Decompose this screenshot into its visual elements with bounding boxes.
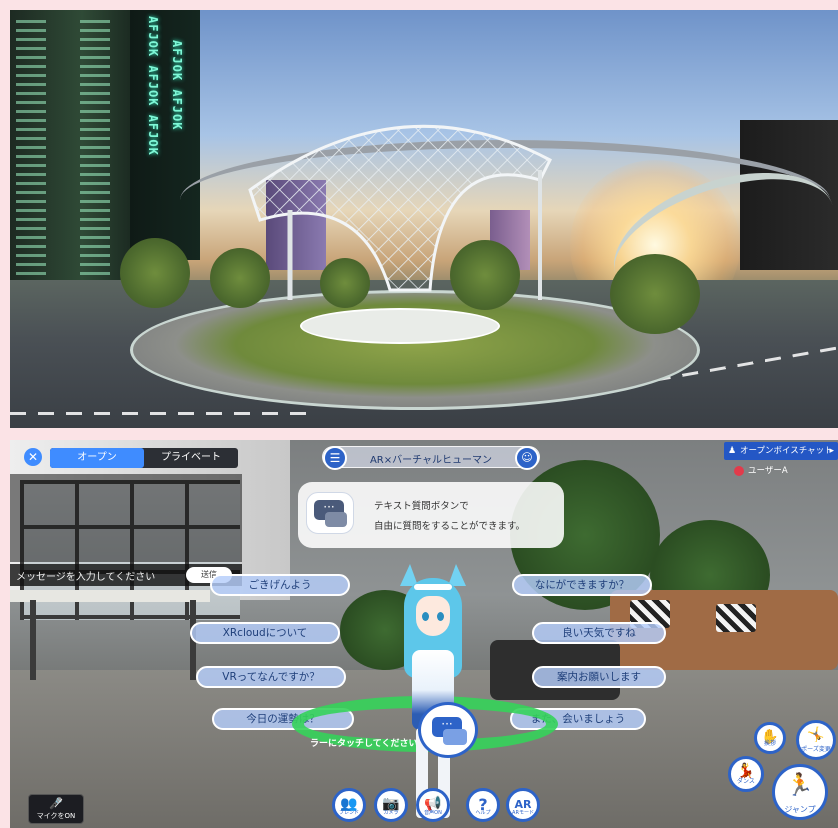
mic-off-icon: 🎤̸ <box>49 797 63 810</box>
message-input[interactable]: メッセージを入力してください <box>16 568 155 583</box>
camera-button[interactable]: 📷 カメラ <box>374 788 408 822</box>
ar-mode-button[interactable]: AR ARモード <box>506 788 540 822</box>
mic-toggle-button[interactable]: 🎤̸ マイクをON <box>28 794 84 824</box>
city-scene-image: AFJOK AFJOK AFJOK AFJOK AFJOK <box>10 10 838 428</box>
avatar-icon[interactable]: ☺ <box>515 446 539 470</box>
hint-line-1: テキスト質問ボタンで <box>374 501 469 512</box>
friends-button[interactable]: 👥 フレンド <box>332 788 366 822</box>
page-title: AR×バーチャルヒューマン <box>369 455 493 466</box>
tab-private[interactable]: プライベート <box>144 448 238 468</box>
choice-guide-please[interactable]: 案内お願いします <box>532 666 666 688</box>
open-voice-chat-button[interactable]: ♟ オープンボイスチャット ▸ <box>724 442 838 460</box>
jump-button[interactable]: 🏃 ジャンプ <box>772 764 828 820</box>
choice-what-can-you-do[interactable]: なにができますか？ <box>512 574 652 596</box>
pillow <box>716 604 756 632</box>
wave-button[interactable]: ✋ 挨拶 <box>754 722 786 754</box>
neon-sign: AFJOK AFJOK <box>170 40 184 131</box>
choice-what-is-vr[interactable]: VRってなんですか？ <box>196 666 346 688</box>
arrow-right-icon: ▸ <box>829 446 834 456</box>
user-status-dot <box>734 466 744 476</box>
pose-icon: 🤸 <box>807 727 825 743</box>
text-question-icon: ··· <box>306 492 354 534</box>
plaza-stage <box>300 308 500 344</box>
neon-sign: AFJOK AFJOK AFJOK <box>146 16 160 156</box>
choice-greeting[interactable]: ごきげんよう <box>210 574 350 596</box>
tree <box>210 248 270 308</box>
choice-nice-weather[interactable]: 良い天気ですね <box>532 622 666 644</box>
left-skyscraper <box>10 10 130 290</box>
voice-user: ユーザーA <box>734 464 798 478</box>
voice-button[interactable]: 📢 音声ON <box>416 788 450 822</box>
pose-button[interactable]: 🤸 ポーズ変更 <box>796 720 836 760</box>
office-desk <box>10 590 210 602</box>
tree <box>450 240 520 310</box>
open-voice-chat-label: オープンボイスチャット <box>740 446 833 456</box>
choice-xrcloud[interactable]: XRcloudについて <box>190 622 340 644</box>
dance-button[interactable]: 💃 ダンス <box>728 756 764 792</box>
chat-tabs: オープン プライベート <box>50 448 238 468</box>
hint-line-2: 自由に質問をすることができます。 <box>374 521 526 532</box>
person-icon: ♟ <box>728 446 737 456</box>
road-marking <box>10 412 310 415</box>
tree <box>320 258 370 308</box>
tab-open[interactable]: オープン <box>50 448 144 468</box>
hint-bubble: ··· テキスト質問ボタンで 自由に質問をすることができます。 <box>298 482 564 548</box>
mic-label: マイクをON <box>36 812 76 820</box>
ar-office-screen: ✕ オープン プライベート メッセージを入力してください 送信 ☰ AR×バーチ… <box>10 440 838 828</box>
chat-log: メッセージを入力してください 送信 <box>10 474 242 586</box>
text-question-button[interactable]: ··· <box>418 702 478 758</box>
help-button[interactable]: ? ヘルプ <box>466 788 500 822</box>
tree <box>610 254 700 334</box>
voice-user-name: ユーザーA <box>748 466 788 476</box>
menu-icon[interactable]: ☰ <box>323 446 347 470</box>
desk-leg <box>30 600 36 680</box>
close-icon[interactable]: ✕ <box>24 448 42 466</box>
jump-icon: 🏃 <box>786 773 814 798</box>
message-bar: メッセージを入力してください 送信 <box>10 564 242 586</box>
tree <box>120 238 190 308</box>
header-bar: ☰ AR×バーチャルヒューマン ☺ <box>322 446 540 470</box>
